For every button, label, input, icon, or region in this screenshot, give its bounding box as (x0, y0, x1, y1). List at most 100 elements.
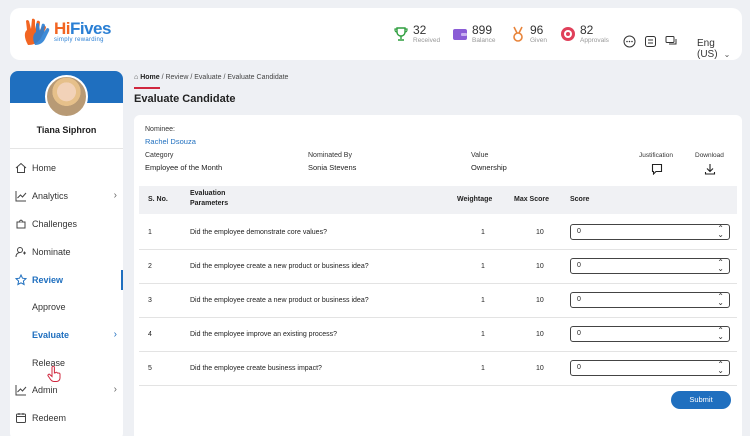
sidebar-label-redeem: Redeem (32, 413, 67, 423)
sidebar-subitem-approve[interactable]: Approve (10, 297, 123, 317)
chat-icon[interactable] (623, 35, 636, 48)
sidebar-item-challenges[interactable]: Challenges (10, 214, 123, 234)
cell-max-score: 10 (536, 263, 544, 270)
table-row: 2 Did the employee create a new product … (139, 250, 737, 284)
sidebar-label-approve: Approve (32, 302, 66, 312)
nominate-icon (15, 247, 26, 258)
score-select[interactable]: 0 ⌃ ⌄ (570, 360, 730, 376)
nominee-name-link[interactable]: Rachel Dsouza (145, 137, 196, 146)
cell-sno: 5 (148, 365, 152, 372)
hifives-logo[interactable]: HiFives simply rewarding (22, 18, 111, 46)
stat-balance-label: Balance (472, 37, 496, 44)
score-value: 0 (577, 330, 581, 337)
sidebar-subitem-evaluate[interactable]: Evaluate › (10, 325, 123, 345)
messages-icon[interactable] (665, 35, 678, 48)
target-icon (561, 27, 575, 41)
select-updown-icon: ⌃ ⌄ (717, 292, 724, 307)
cell-sno: 3 (148, 297, 152, 304)
select-updown-icon: ⌃ ⌄ (717, 258, 724, 273)
breadcrumb: ⌂ Home / Review / Evaluate / Evaluate Ca… (134, 74, 288, 81)
justification-label: Justification (639, 152, 673, 159)
title-accent (134, 87, 160, 89)
sidebar-label-review: Review (32, 275, 64, 285)
score-select[interactable]: 0 ⌃ ⌄ (570, 224, 730, 240)
stat-approvals[interactable]: 82 Approvals (560, 24, 609, 45)
top-header: HiFives simply rewarding 32 Received 899 B… (10, 8, 742, 60)
home-small-icon[interactable]: ⌂ (134, 74, 138, 81)
download-label: Download (695, 152, 724, 159)
brand-tagline: simply rewarding (54, 37, 104, 43)
cell-weightage: 1 (481, 365, 485, 372)
notes-icon[interactable] (644, 35, 657, 48)
stat-received-label: Received (413, 37, 441, 44)
download-icon[interactable] (704, 163, 716, 175)
avatar[interactable] (45, 75, 88, 118)
submit-button[interactable]: Submit (671, 391, 731, 409)
score-select[interactable]: 0 ⌃ ⌄ (570, 292, 730, 308)
cell-parameter: Did the employee create a new product or… (190, 297, 369, 304)
table-row: 4 Did the employee improve an existing p… (139, 318, 737, 352)
value-value: Ownership (471, 163, 507, 172)
stat-given[interactable]: 96 Given (510, 24, 547, 45)
hand-logo-icon (24, 18, 50, 45)
header-param-line1: Evaluation (190, 190, 226, 197)
table-header: S. No. Evaluation Parameters Weightage M… (139, 186, 737, 214)
score-value: 0 (577, 228, 581, 235)
sidebar-subitem-release[interactable]: Release (10, 353, 123, 373)
sidebar-label-challenges: Challenges (32, 219, 78, 229)
language-label: Eng (US) (697, 38, 718, 60)
sidebar-item-admin[interactable]: Admin › (10, 380, 123, 400)
sidebar: Tiana Siphron Home Analytics › Challenge… (10, 71, 123, 436)
stat-received[interactable]: 32 Received (393, 24, 440, 45)
cell-parameter: Did the employee create a new product or… (190, 263, 369, 270)
sidebar-item-nominate[interactable]: Nominate (10, 242, 123, 262)
cell-sno: 2 (148, 263, 152, 270)
sidebar-item-redeem[interactable]: Redeem (10, 408, 123, 428)
comment-icon[interactable] (651, 163, 663, 175)
stat-balance[interactable]: 899 Balance (452, 24, 496, 45)
cell-parameter: Did the employee demonstrate core values… (190, 229, 327, 236)
sidebar-label-home: Home (32, 163, 57, 173)
score-value: 0 (577, 296, 581, 303)
score-value: 0 (577, 364, 581, 371)
sidebar-item-analytics[interactable]: Analytics › (10, 186, 123, 206)
calendar-icon (16, 413, 26, 423)
table-row: 5 Did the employee create business impac… (139, 352, 737, 386)
breadcrumb-home[interactable]: Home (140, 74, 159, 81)
chevron-right-icon: › (113, 329, 117, 340)
score-value: 0 (577, 262, 581, 269)
cell-weightage: 1 (481, 331, 485, 338)
medal-icon (513, 26, 523, 42)
score-select[interactable]: 0 ⌃ ⌄ (570, 326, 730, 342)
language-selector[interactable]: Eng (US) ⌄ (697, 38, 742, 60)
sidebar-item-review[interactable]: Review (10, 270, 123, 290)
puzzle-icon (16, 219, 26, 229)
star-icon (15, 274, 27, 286)
sidebar-label-nominate: Nominate (32, 247, 71, 257)
active-indicator (121, 270, 123, 290)
home-icon (15, 162, 27, 173)
stat-given-value: 96 (530, 23, 544, 37)
page-title: Evaluate Candidate (134, 93, 236, 105)
cell-parameter: Did the employee improve an existing pro… (190, 331, 338, 338)
score-select[interactable]: 0 ⌃ ⌄ (570, 258, 730, 274)
trophy-icon (394, 27, 408, 41)
sidebar-item-home[interactable]: Home (10, 158, 123, 178)
cell-max-score: 10 (536, 229, 544, 236)
cell-max-score: 10 (536, 365, 544, 372)
cell-weightage: 1 (481, 297, 485, 304)
select-updown-icon: ⌃ ⌄ (717, 224, 724, 239)
sidebar-divider (10, 148, 123, 149)
admin-chart-icon (15, 385, 27, 396)
breadcrumb-path[interactable]: / Review / Evaluate / Evaluate Candidate (160, 74, 289, 81)
sidebar-label-evaluate: Evaluate (32, 330, 70, 340)
brand-name-fives: Fives (70, 19, 111, 38)
hand-cursor-icon (47, 366, 61, 382)
cell-max-score: 10 (536, 297, 544, 304)
header-weightage: Weightage (457, 196, 493, 203)
chevron-right-icon: › (113, 190, 117, 201)
nominated-by-value: Sonia Stevens (308, 163, 357, 172)
header-sno: S. No. (148, 196, 168, 203)
select-updown-icon: ⌃ ⌄ (717, 360, 724, 375)
stat-received-value: 32 (413, 23, 427, 37)
